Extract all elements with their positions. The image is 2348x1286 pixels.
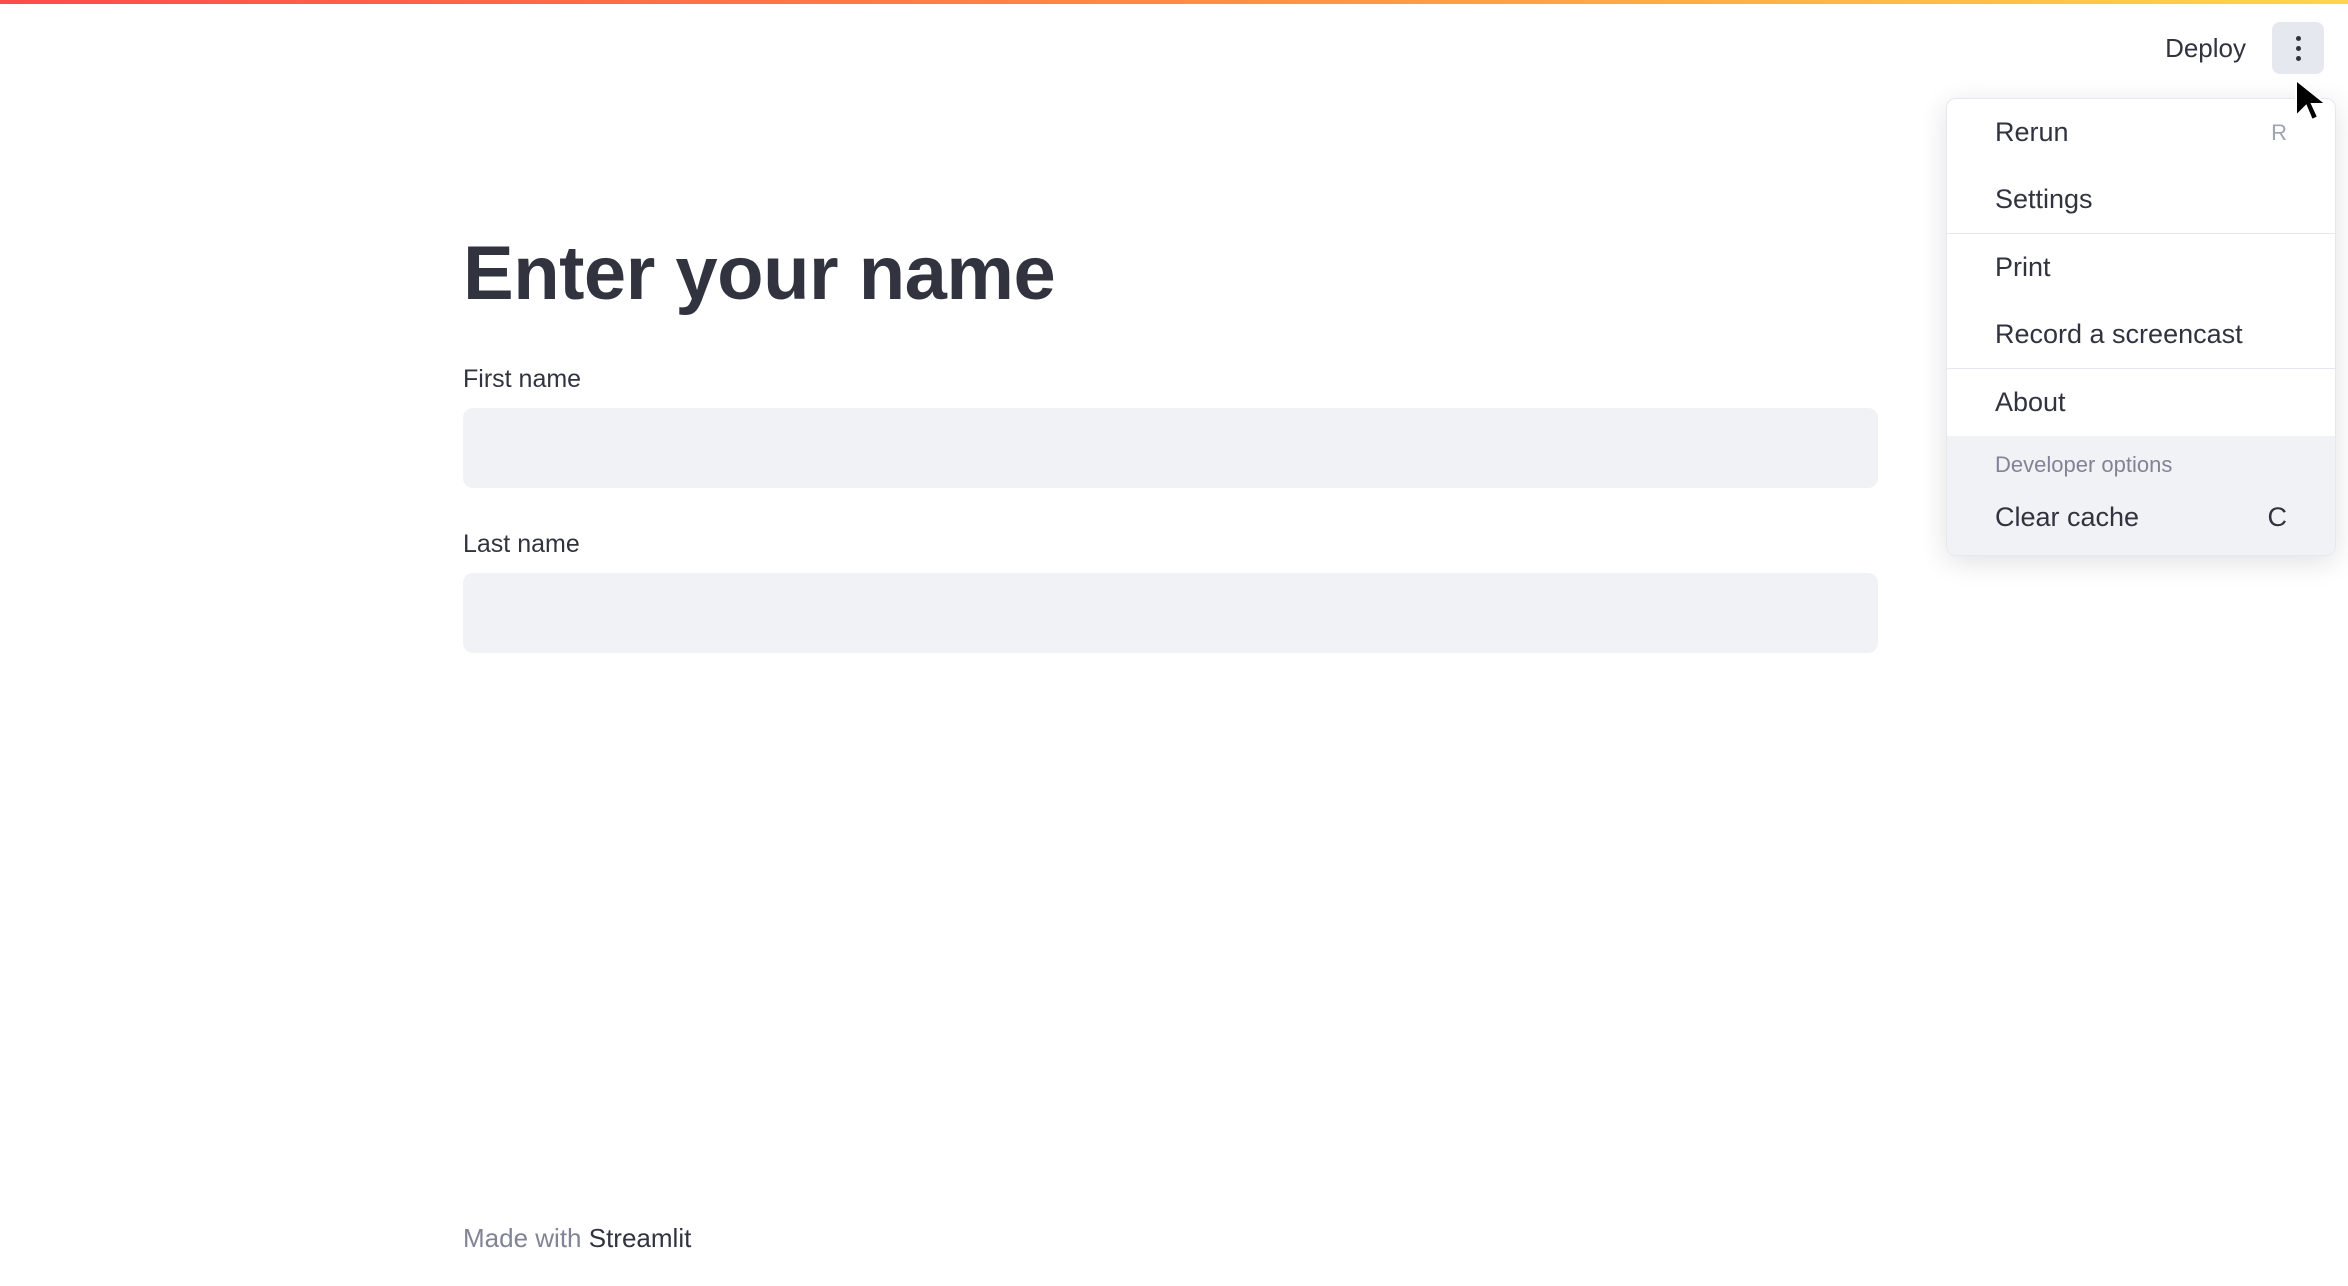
menu-item-print[interactable]: Print [1947, 234, 2335, 301]
dev-section: Developer options Clear cache C [1947, 436, 2335, 555]
menu-item-label: Settings [1995, 184, 2093, 215]
menu-button[interactable] [2272, 22, 2324, 74]
header: Deploy [0, 4, 2348, 92]
page-title: Enter your name [463, 230, 1878, 317]
menu-item-about[interactable]: About [1947, 369, 2335, 436]
menu-item-label: Clear cache [1995, 502, 2139, 533]
menu-item-rerun[interactable]: Rerun R [1947, 99, 2335, 166]
main-content: Enter your name First name Last name [463, 230, 1878, 695]
deploy-button[interactable]: Deploy [2147, 25, 2264, 72]
menu-item-label: Print [1995, 252, 2051, 283]
footer: Made with Streamlit [463, 1223, 691, 1254]
menu-item-settings[interactable]: Settings [1947, 166, 2335, 233]
menu-item-label: About [1995, 387, 2066, 418]
more-vertical-icon [2296, 36, 2301, 41]
menu-item-record[interactable]: Record a screencast [1947, 301, 2335, 368]
last-name-field-group: Last name [463, 530, 1878, 653]
footer-prefix: Made with [463, 1223, 589, 1253]
footer-brand[interactable]: Streamlit [589, 1223, 692, 1253]
dev-header: Developer options [1947, 436, 2335, 486]
last-name-input[interactable] [463, 573, 1878, 653]
dropdown-menu: Rerun R Settings Print Record a screenca… [1946, 98, 2336, 556]
menu-item-clear-cache[interactable]: Clear cache C [1947, 486, 2335, 555]
menu-item-label: Rerun [1995, 117, 2069, 148]
last-name-label: Last name [463, 530, 1878, 559]
menu-item-shortcut: C [2268, 502, 2288, 533]
first-name-input[interactable] [463, 408, 1878, 488]
menu-item-label: Record a screencast [1995, 319, 2243, 350]
menu-item-shortcut: R [2271, 120, 2287, 146]
first-name-field-group: First name [463, 365, 1878, 488]
first-name-label: First name [463, 365, 1878, 394]
